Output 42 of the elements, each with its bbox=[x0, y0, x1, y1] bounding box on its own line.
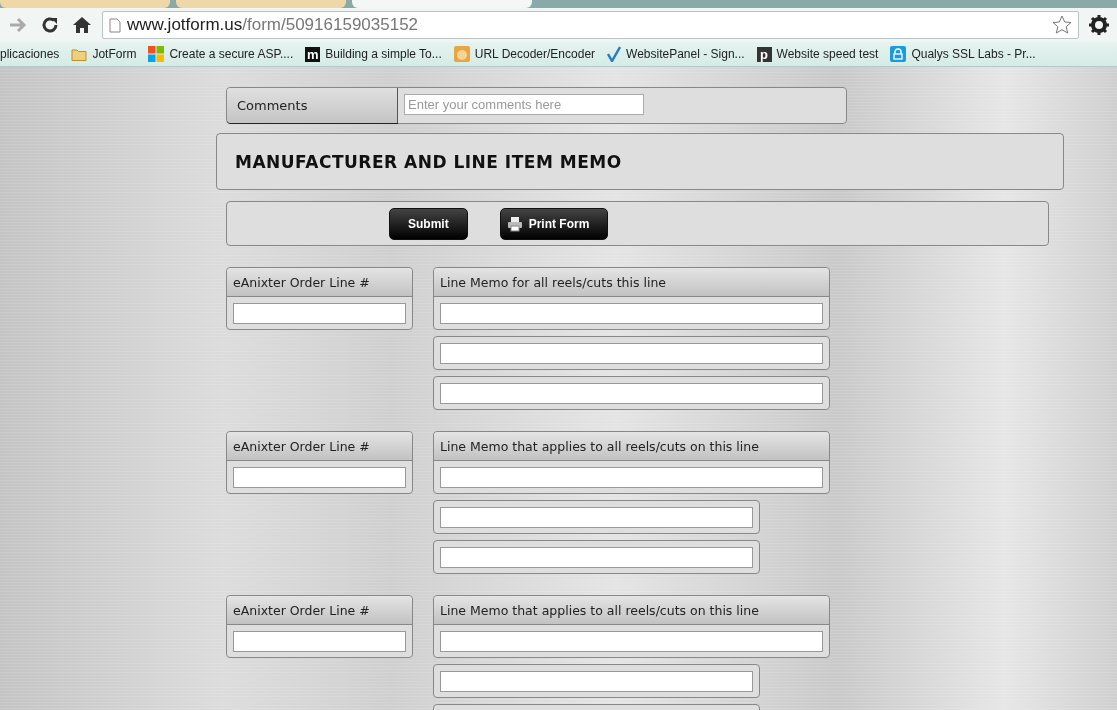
letter-icon: m bbox=[305, 46, 321, 62]
cartoon-icon bbox=[453, 46, 470, 62]
bookmark-link[interactable]: WebsitePanel - Sign... bbox=[626, 47, 745, 61]
print-button[interactable]: Print Form bbox=[499, 207, 609, 240]
bookmark-link[interactable]: JotForm bbox=[92, 47, 137, 61]
field-label: Comments bbox=[227, 88, 398, 123]
comments-field[interactable]: Enter your comments here bbox=[404, 94, 644, 115]
section-heading: MANUFACTURER AND LINE ITEM MEMO bbox=[216, 133, 1064, 190]
squares-icon bbox=[148, 46, 165, 62]
memo-field[interactable] bbox=[440, 467, 823, 488]
order-line-field[interactable] bbox=[233, 467, 406, 488]
field-label: eAnixter Order Line # bbox=[227, 596, 412, 625]
settings-icon[interactable] bbox=[1087, 13, 1111, 37]
order-line-field[interactable] bbox=[233, 631, 406, 652]
field-label: eAnixter Order Line # bbox=[227, 268, 412, 297]
memo-field[interactable] bbox=[440, 671, 753, 692]
field-label: Line Memo that applies to all reels/cuts on this line bbox=[434, 596, 829, 625]
memo-field[interactable] bbox=[440, 507, 753, 528]
bookmark-link[interactable]: plicaciones bbox=[0, 47, 60, 61]
bookmark-link[interactable]: Website speed test bbox=[776, 47, 879, 61]
field-label: Line Memo that applies to all reels/cuts on this line bbox=[434, 432, 829, 461]
folder-icon bbox=[71, 47, 88, 61]
printer-icon bbox=[506, 215, 523, 232]
field-label: eAnixter Order Line # bbox=[227, 432, 412, 461]
letter-icon: p bbox=[756, 46, 772, 62]
bookmark-link[interactable]: Building a simple To... bbox=[325, 47, 442, 61]
bookmark-link[interactable]: URL Decoder/Encoder bbox=[474, 47, 596, 61]
page-icon bbox=[109, 17, 121, 33]
lock-icon bbox=[890, 46, 907, 62]
field-label: Line Memo for all reels/cuts this line bbox=[434, 268, 829, 297]
memo-field[interactable] bbox=[440, 631, 823, 652]
order-line-field[interactable] bbox=[233, 303, 406, 324]
bookmark-link[interactable]: Qualys SSL Labs - Pr... bbox=[911, 47, 1036, 61]
memo-field[interactable] bbox=[440, 383, 823, 404]
memo-field[interactable] bbox=[440, 547, 753, 568]
bookmark-link[interactable]: Create a secure ASP.... bbox=[169, 47, 294, 61]
submit-button[interactable]: Submit bbox=[389, 207, 468, 240]
address-bar[interactable]: www.jotform.us/form/50916159035152 bbox=[102, 11, 1079, 39]
star-icon[interactable] bbox=[1052, 15, 1072, 35]
check-icon bbox=[607, 46, 622, 62]
memo-field[interactable] bbox=[440, 343, 823, 364]
memo-field[interactable] bbox=[440, 303, 823, 324]
